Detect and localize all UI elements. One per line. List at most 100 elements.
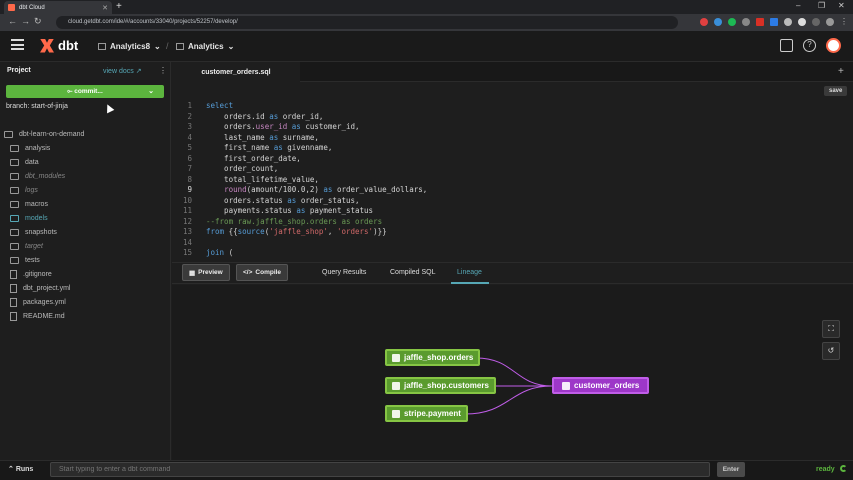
code-icon: </> [243,269,253,276]
reset-icon[interactable]: ↺ [822,342,840,360]
more-options-icon[interactable]: ⋮ [159,66,167,75]
tree-item-dbt-project[interactable]: dbt_project.yml [4,281,164,295]
node-label: jaffle_shop.customers [404,381,489,390]
tree-item-models[interactable]: models [4,211,164,225]
settings-icon[interactable] [826,18,834,26]
tree-item-packages[interactable]: packages.yml [4,295,164,309]
tab-query-results[interactable]: Query Results [322,269,366,276]
line-number: 6 [187,153,192,163]
command-input[interactable] [50,462,710,477]
forward-icon[interactable]: → [21,16,30,26]
puzzle-icon[interactable] [798,18,806,26]
code-line: select [206,101,234,110]
hamburger-menu-icon[interactable] [11,39,24,50]
tree-item-snapshots[interactable]: snapshots [4,225,164,239]
branch-label: branch: start-of-jinja [6,103,68,110]
help-icon[interactable]: ? [803,39,816,52]
database-icon [392,353,400,362]
commit-button[interactable]: ⟜ commit... ⌄ [6,85,164,98]
lineage-node-source[interactable]: jaffle_shop.orders [385,349,481,366]
code-editor[interactable]: 1 select 2 orders.id as order_id, 3 order… [180,101,427,259]
code-line: --from raw.jaffle_shop.orders as orders [206,216,383,226]
extension-icon[interactable] [742,18,750,26]
view-docs-link[interactable]: view docs ↗ [103,67,142,75]
tree-item-label: README.md [23,312,65,320]
tree-item-target[interactable]: target [4,239,164,253]
extension-icon[interactable] [714,18,722,26]
chat-icon[interactable] [780,39,793,52]
status-label: ready [816,466,835,473]
line-number: 9 [187,185,192,194]
extension-icon[interactable] [784,18,792,26]
folder-icon [10,228,19,236]
tree-item-logs[interactable]: logs [4,183,164,197]
runs-label: Runs [15,466,34,473]
tab-lineage[interactable]: Lineage [457,269,482,276]
chevron-down-icon: ⌄ [227,42,235,51]
extension-icon[interactable] [770,18,778,26]
account-selector[interactable]: Analytics8 ⌄ [98,42,161,51]
building-icon [98,43,106,50]
tree-item-data[interactable]: data [4,155,164,169]
logo-text: dbt [58,38,79,53]
preview-label: Preview [198,269,223,276]
line-number: 10 [182,195,192,205]
tree-item-gitignore[interactable]: .gitignore [4,267,164,281]
status-spinner-icon [840,465,847,472]
chevron-down-icon[interactable]: ⌄ [148,87,154,95]
close-icon[interactable]: ✕ [102,4,108,12]
account-name: Analytics8 [110,42,151,51]
reload-icon[interactable]: ↻ [34,16,42,27]
preview-button[interactable]: ▦ Preview [182,264,230,281]
runs-toggle[interactable]: ⌃ Runs [8,465,33,473]
project-selector[interactable]: Analytics ⌄ [176,42,234,51]
window-close-icon[interactable]: ✕ [838,1,845,10]
line-number: 12 [182,216,192,226]
tree-item-readme[interactable]: README.md [4,309,164,323]
code-line: last_name as surname, [206,132,319,142]
extension-icon[interactable] [700,18,708,26]
minimize-icon[interactable]: – [796,1,800,10]
line-number: 5 [187,143,192,152]
chevron-up-icon: ⌃ [8,466,14,473]
view-docs-label: view docs [103,68,134,75]
line-number: 1 [187,101,192,110]
new-file-icon[interactable]: + [838,66,844,77]
extension-icon[interactable] [756,18,764,26]
lineage-node-model[interactable]: customer_orders [552,377,650,394]
tree-item-analysis[interactable]: analysis [4,141,164,155]
tree-item-tests[interactable]: tests [4,253,164,267]
enter-button[interactable]: Enter [717,462,745,477]
code-line: payments.status as payment_status [206,206,374,215]
back-icon[interactable]: ← [8,16,17,26]
tree-item-label: dbt_project.yml [23,284,71,292]
browser-tab[interactable]: dbt Cloud ✕ [4,1,112,14]
browser-tab-title: dbt Cloud [19,4,45,11]
code-line: orders.user_id as customer_id, [206,122,360,131]
avatar[interactable] [826,38,841,53]
browser-menu-icon[interactable]: ⋮ [840,18,848,26]
tree-item-macros[interactable]: macros [4,197,164,211]
save-button[interactable]: save [824,86,848,96]
tab-compiled-sql[interactable]: Compiled SQL [390,269,436,276]
line-number: 14 [182,237,192,247]
url-field[interactable]: cloud.getdbt.com/ide/#/accounts/33040/pr… [56,16,678,29]
lineage-node-source[interactable]: jaffle_shop.customers [385,377,496,394]
extension-icon[interactable] [728,18,736,26]
lineage-node-source[interactable]: stripe.payment [385,405,468,422]
node-label: customer_orders [574,381,640,390]
line-number: 8 [187,174,192,184]
code-line: orders.id as order_id, [206,111,324,121]
restore-icon[interactable]: ❐ [818,1,825,10]
dbt-logo[interactable]: dbt [40,38,78,53]
tree-root-label: dbt-learn-on-demand [19,130,85,138]
code-line: from {{source('jaffle_shop', 'orders')}} [206,227,387,236]
tab-customer-orders[interactable]: customer_orders.sql [172,62,300,82]
fullscreen-icon[interactable]: ⛶ [822,320,840,338]
tree-root[interactable]: dbt-learn-on-demand [4,127,164,141]
tree-item-dbt-modules[interactable]: dbt_modules [4,169,164,183]
dbt-logo-icon [40,38,54,53]
profile-icon[interactable] [812,18,820,26]
compile-button[interactable]: </> Compile [236,264,289,281]
new-tab-icon[interactable]: + [116,1,122,12]
